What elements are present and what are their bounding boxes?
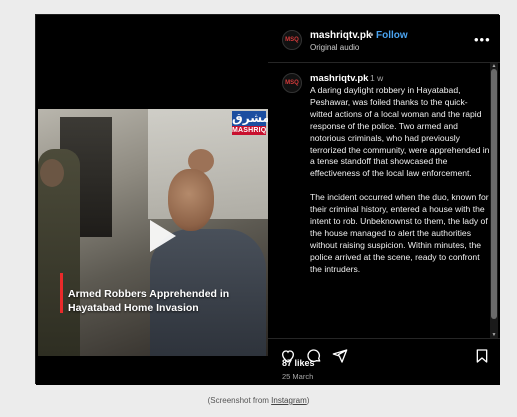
post-username[interactable]: mashriqtv.pk [310,30,372,41]
divider [268,338,500,339]
mashriq-logo: مشرق MASHRIQ [232,111,268,135]
avatar[interactable]: MSQ [282,30,302,50]
comment-timestamp[interactable]: 1 w [370,73,383,83]
video-caption-line1: Armed Robbers Apprehended in [68,288,230,300]
post-panel: MSQ mashriqtv.pk • Follow Original audio… [268,15,500,385]
instagram-embed: مشرق MASHRIQ Armed Robbers Apprehended i… [35,14,500,385]
follow-button[interactable]: Follow [376,30,408,41]
video-caption-line2: Hayatabad Home Invasion [68,302,199,314]
instagram-link[interactable]: Instagram [271,396,307,405]
caption-paragraph-1: A daring daylight robbery in Hayatabad, … [310,85,490,179]
caption-accent-bar [60,273,63,313]
divider [268,62,500,63]
more-horizontal-icon[interactable]: ••• [474,32,491,47]
video-caption: Armed Robbers Apprehended in Hayatabad H… [68,287,258,315]
caption-text: A daring daylight robbery in Hayatabad, … [310,85,490,333]
caption-paragraph-2: The incident occurred when the duo, know… [310,192,489,274]
audio-label[interactable]: Original audio [310,43,359,52]
comment-avatar[interactable]: MSQ [282,73,302,93]
avatar-text: MSQ [285,37,299,43]
credit-prefix: (Screenshot from [207,396,272,405]
credit-suffix: ) [306,396,310,405]
scrollbar-thumb[interactable] [491,69,497,319]
screenshot-credit: (Screenshot from Instagram) [0,396,517,405]
likes-count[interactable]: 87 likes [282,358,315,368]
video-player[interactable]: مشرق MASHRIQ Armed Robbers Apprehended i… [36,15,268,385]
send-icon[interactable] [332,348,348,364]
mashriq-logo-text: MASHRIQ [232,126,267,135]
mashriq-logo-urdu: مشرق [232,111,268,126]
bookmark-icon[interactable] [474,348,490,364]
post-date[interactable]: 25 March [282,372,313,381]
comment-avatar-text: MSQ [285,80,299,86]
comment-username[interactable]: mashriqtv.pk [310,73,368,84]
scrollbar[interactable]: ▲ ▼ [490,63,498,338]
play-icon[interactable] [140,215,182,257]
separator-dot: • [370,30,374,41]
